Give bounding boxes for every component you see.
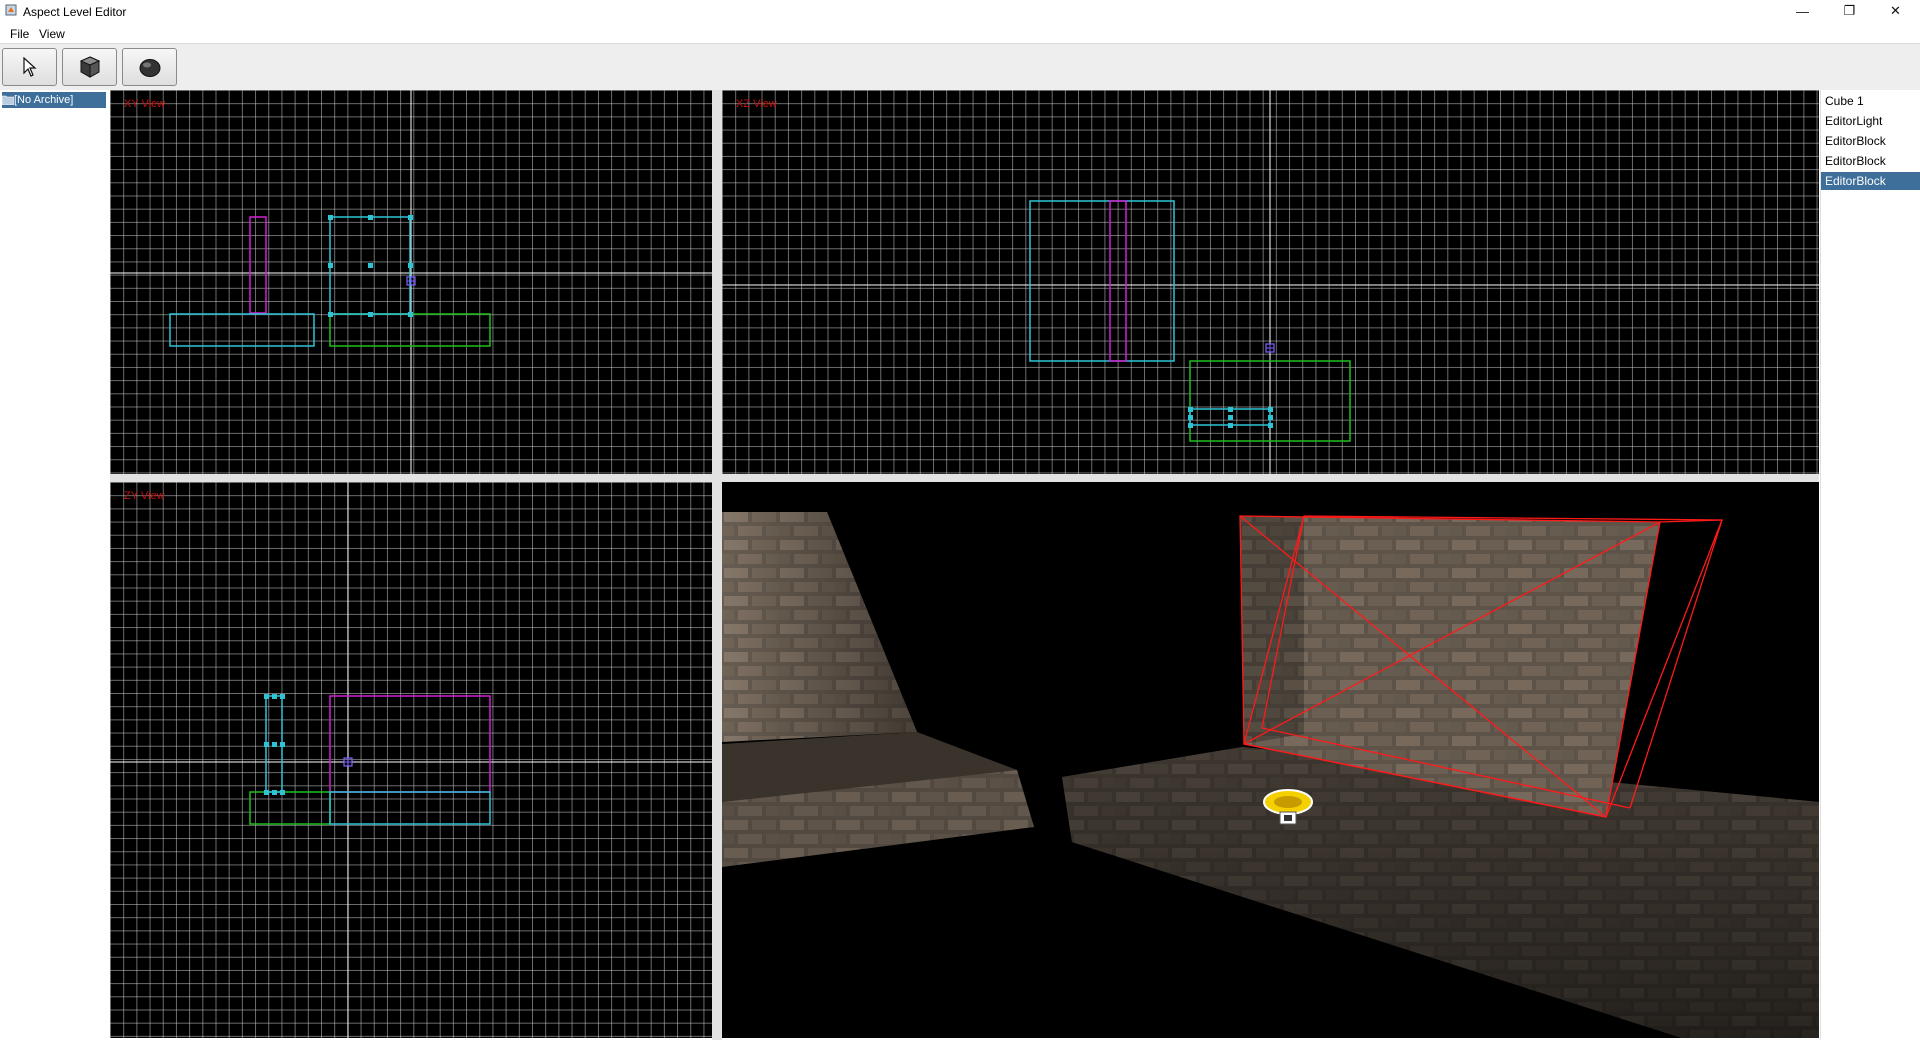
green-block-outline — [249, 791, 331, 825]
tree-node-label: [No Archive] — [14, 94, 74, 106]
maximize-button[interactable]: ❐ — [1827, 0, 1872, 22]
zy-view[interactable]: ZY View — [110, 482, 712, 1038]
close-button[interactable]: ✕ — [1873, 0, 1918, 22]
light-marker — [1265, 343, 1275, 353]
toolbar — [0, 44, 1920, 90]
folder-icon — [2, 95, 14, 105]
menu-view[interactable]: View — [39, 27, 65, 41]
scene-item-editor-block-2[interactable]: EditorBlock — [1821, 152, 1920, 170]
minimize-button[interactable]: — — [1780, 0, 1825, 22]
zy-view-label: ZY View — [124, 490, 165, 502]
xy-view[interactable]: XY View — [110, 90, 712, 474]
cube-tool-button[interactable] — [62, 48, 117, 86]
window-title: Aspect Level Editor — [23, 5, 127, 19]
menu-bar: File View — [0, 23, 1920, 44]
left-horizontal-splitter[interactable] — [110, 474, 712, 482]
scene-object-list: Cube 1 EditorLight EditorBlock EditorBlo… — [1820, 90, 1920, 1040]
scene-item-editor-light[interactable]: EditorLight — [1821, 112, 1920, 130]
scene-item-editor-block-1[interactable]: EditorBlock — [1821, 132, 1920, 150]
light-marker — [343, 757, 353, 767]
scene-item-editor-block-3[interactable]: EditorBlock — [1821, 172, 1920, 190]
close-icon: ✕ — [1890, 3, 1901, 18]
perspective-view-canvas — [722, 512, 1819, 1038]
java-app-icon — [5, 4, 17, 16]
archive-tree: [No Archive] — [0, 90, 110, 1040]
xy-view-canvas — [110, 90, 712, 474]
cyan-block-outline — [1029, 200, 1175, 362]
magenta-block-outline — [1109, 200, 1127, 362]
vertical-splitter[interactable] — [712, 90, 722, 1040]
tree-node-archive[interactable]: [No Archive] — [2, 92, 106, 108]
restore-icon: ❐ — [1843, 3, 1856, 18]
cube-icon — [79, 56, 100, 78]
magenta-block-outline — [249, 216, 267, 314]
title-bar: Aspect Level Editor — ❐ ✕ — [0, 0, 1920, 22]
xy-view-label: XY View — [124, 98, 166, 110]
perspective-view[interactable] — [722, 482, 1819, 1038]
cyan-block-outline — [169, 313, 315, 347]
cyan-block-outline — [329, 791, 491, 825]
left-wall-mesh — [722, 512, 1034, 867]
xz-view-label: XZ View — [736, 98, 777, 110]
cursor-arrow-icon — [22, 57, 37, 77]
right-horizontal-splitter[interactable] — [722, 474, 1819, 482]
floor-slab-mesh — [1062, 747, 1819, 1038]
menu-file[interactable]: File — [10, 27, 29, 41]
sphere-icon — [139, 59, 160, 77]
scene-item-cube-1[interactable]: Cube 1 — [1821, 92, 1920, 110]
magenta-block-outline — [329, 695, 491, 793]
sphere-tool-button[interactable] — [122, 48, 177, 86]
light-marker — [406, 276, 416, 286]
xz-view-canvas — [722, 90, 1819, 474]
green-block-outline — [329, 313, 491, 347]
select-tool-button[interactable] — [2, 48, 57, 86]
minimize-icon: — — [1796, 3, 1809, 19]
xz-view[interactable]: XZ View — [722, 90, 1819, 474]
zy-view-canvas — [110, 482, 712, 1038]
